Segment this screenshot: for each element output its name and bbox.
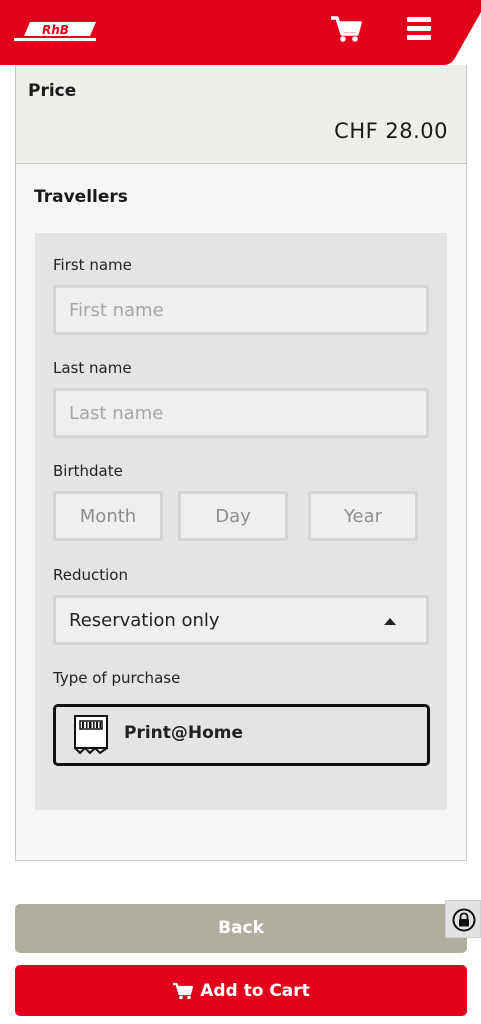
last-name-input[interactable] — [53, 388, 429, 438]
top-bar: RhB — [0, 0, 481, 65]
price-label: Price — [28, 81, 77, 101]
add-to-cart-label: Add to Cart — [200, 980, 310, 1001]
logo-text: RhB — [42, 23, 69, 37]
travellers-title: Travellers — [34, 187, 128, 207]
birthdate-year-input[interactable] — [308, 491, 418, 541]
shopping-cart-icon — [331, 16, 362, 42]
price-summary: Price CHF 28.00 — [16, 65, 466, 164]
add-to-cart-button[interactable]: Add to Cart — [15, 965, 467, 1016]
reduction-label: Reduction — [53, 566, 128, 584]
purchase-type-label: Type of purchase — [53, 669, 181, 687]
print-at-home-option[interactable]: Print@Home — [53, 704, 430, 766]
back-button[interactable]: Back — [15, 904, 467, 953]
birthdate-label: Birthdate — [53, 462, 123, 480]
traveller-form: First name Last name Birthdate Reduction… — [35, 233, 447, 810]
lock-icon — [452, 908, 476, 932]
last-name-label: Last name — [53, 359, 132, 377]
hamburger-menu-icon — [407, 17, 431, 40]
header-menu-button[interactable] — [403, 13, 435, 45]
first-name-input[interactable] — [53, 285, 429, 335]
booking-card: Price CHF 28.00 Travellers First name La… — [15, 65, 467, 861]
birthdate-day-input[interactable] — [178, 491, 288, 541]
print-at-home-label: Print@Home — [124, 723, 244, 743]
printed-ticket-icon — [74, 715, 108, 755]
caret-up-icon — [384, 618, 396, 625]
rhb-logo[interactable]: RhB — [14, 20, 96, 42]
price-value: CHF 28.00 — [334, 119, 448, 143]
secure-lock-badge[interactable] — [445, 900, 481, 938]
first-name-label: First name — [53, 256, 132, 274]
reduction-select[interactable]: Reservation only — [53, 595, 429, 645]
shopping-cart-icon — [173, 982, 194, 999]
birthdate-month-input[interactable] — [53, 491, 163, 541]
header-cart-button[interactable] — [329, 14, 363, 44]
reduction-selected-value: Reservation only — [69, 610, 220, 631]
